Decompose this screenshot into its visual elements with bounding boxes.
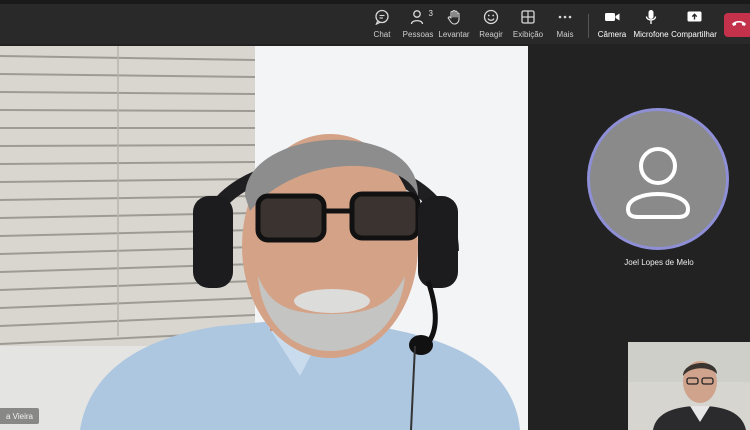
self-view-video[interactable] <box>628 342 750 430</box>
participant-avatar <box>587 108 729 250</box>
microphone-label: Microfone <box>633 30 669 39</box>
main-video-tile[interactable]: a Vieira <box>0 46 528 430</box>
participant-name: Joel Lopes de Melo <box>624 258 694 267</box>
camera-icon <box>603 8 621 26</box>
share-screen-icon <box>685 8 703 26</box>
view-label: Exibição <box>512 30 544 39</box>
microphone-icon <box>642 8 660 26</box>
microphone-button[interactable]: Microfone <box>627 8 675 44</box>
share-label: Compartilhar <box>671 30 717 39</box>
meeting-toolbar: Chat 3 Pessoas Levantar Reagir Exibição … <box>0 0 750 44</box>
react-label: Reagir <box>479 30 503 39</box>
more-icon <box>556 8 574 26</box>
more-button[interactable]: Mais <box>541 8 589 44</box>
chat-label: Chat <box>373 30 391 39</box>
camera-label: Câmera <box>597 30 627 39</box>
hang-up-icon <box>731 16 747 34</box>
raise-hand-label: Levantar <box>438 30 470 39</box>
self-view-feed <box>628 342 750 430</box>
hand-icon <box>445 8 463 26</box>
participant-name-tag: a Vieira <box>0 408 39 424</box>
grid-view-icon <box>519 8 537 26</box>
chat-icon <box>373 8 391 26</box>
share-button[interactable]: Compartilhar <box>670 8 718 44</box>
main-video-feed <box>0 46 528 430</box>
person-icon <box>625 147 691 219</box>
more-label: Mais <box>556 30 574 39</box>
emoji-icon <box>482 8 500 26</box>
people-label: Pessoas <box>402 30 434 39</box>
people-icon: 3 <box>409 8 433 26</box>
leave-call-button[interactable] <box>724 13 750 37</box>
